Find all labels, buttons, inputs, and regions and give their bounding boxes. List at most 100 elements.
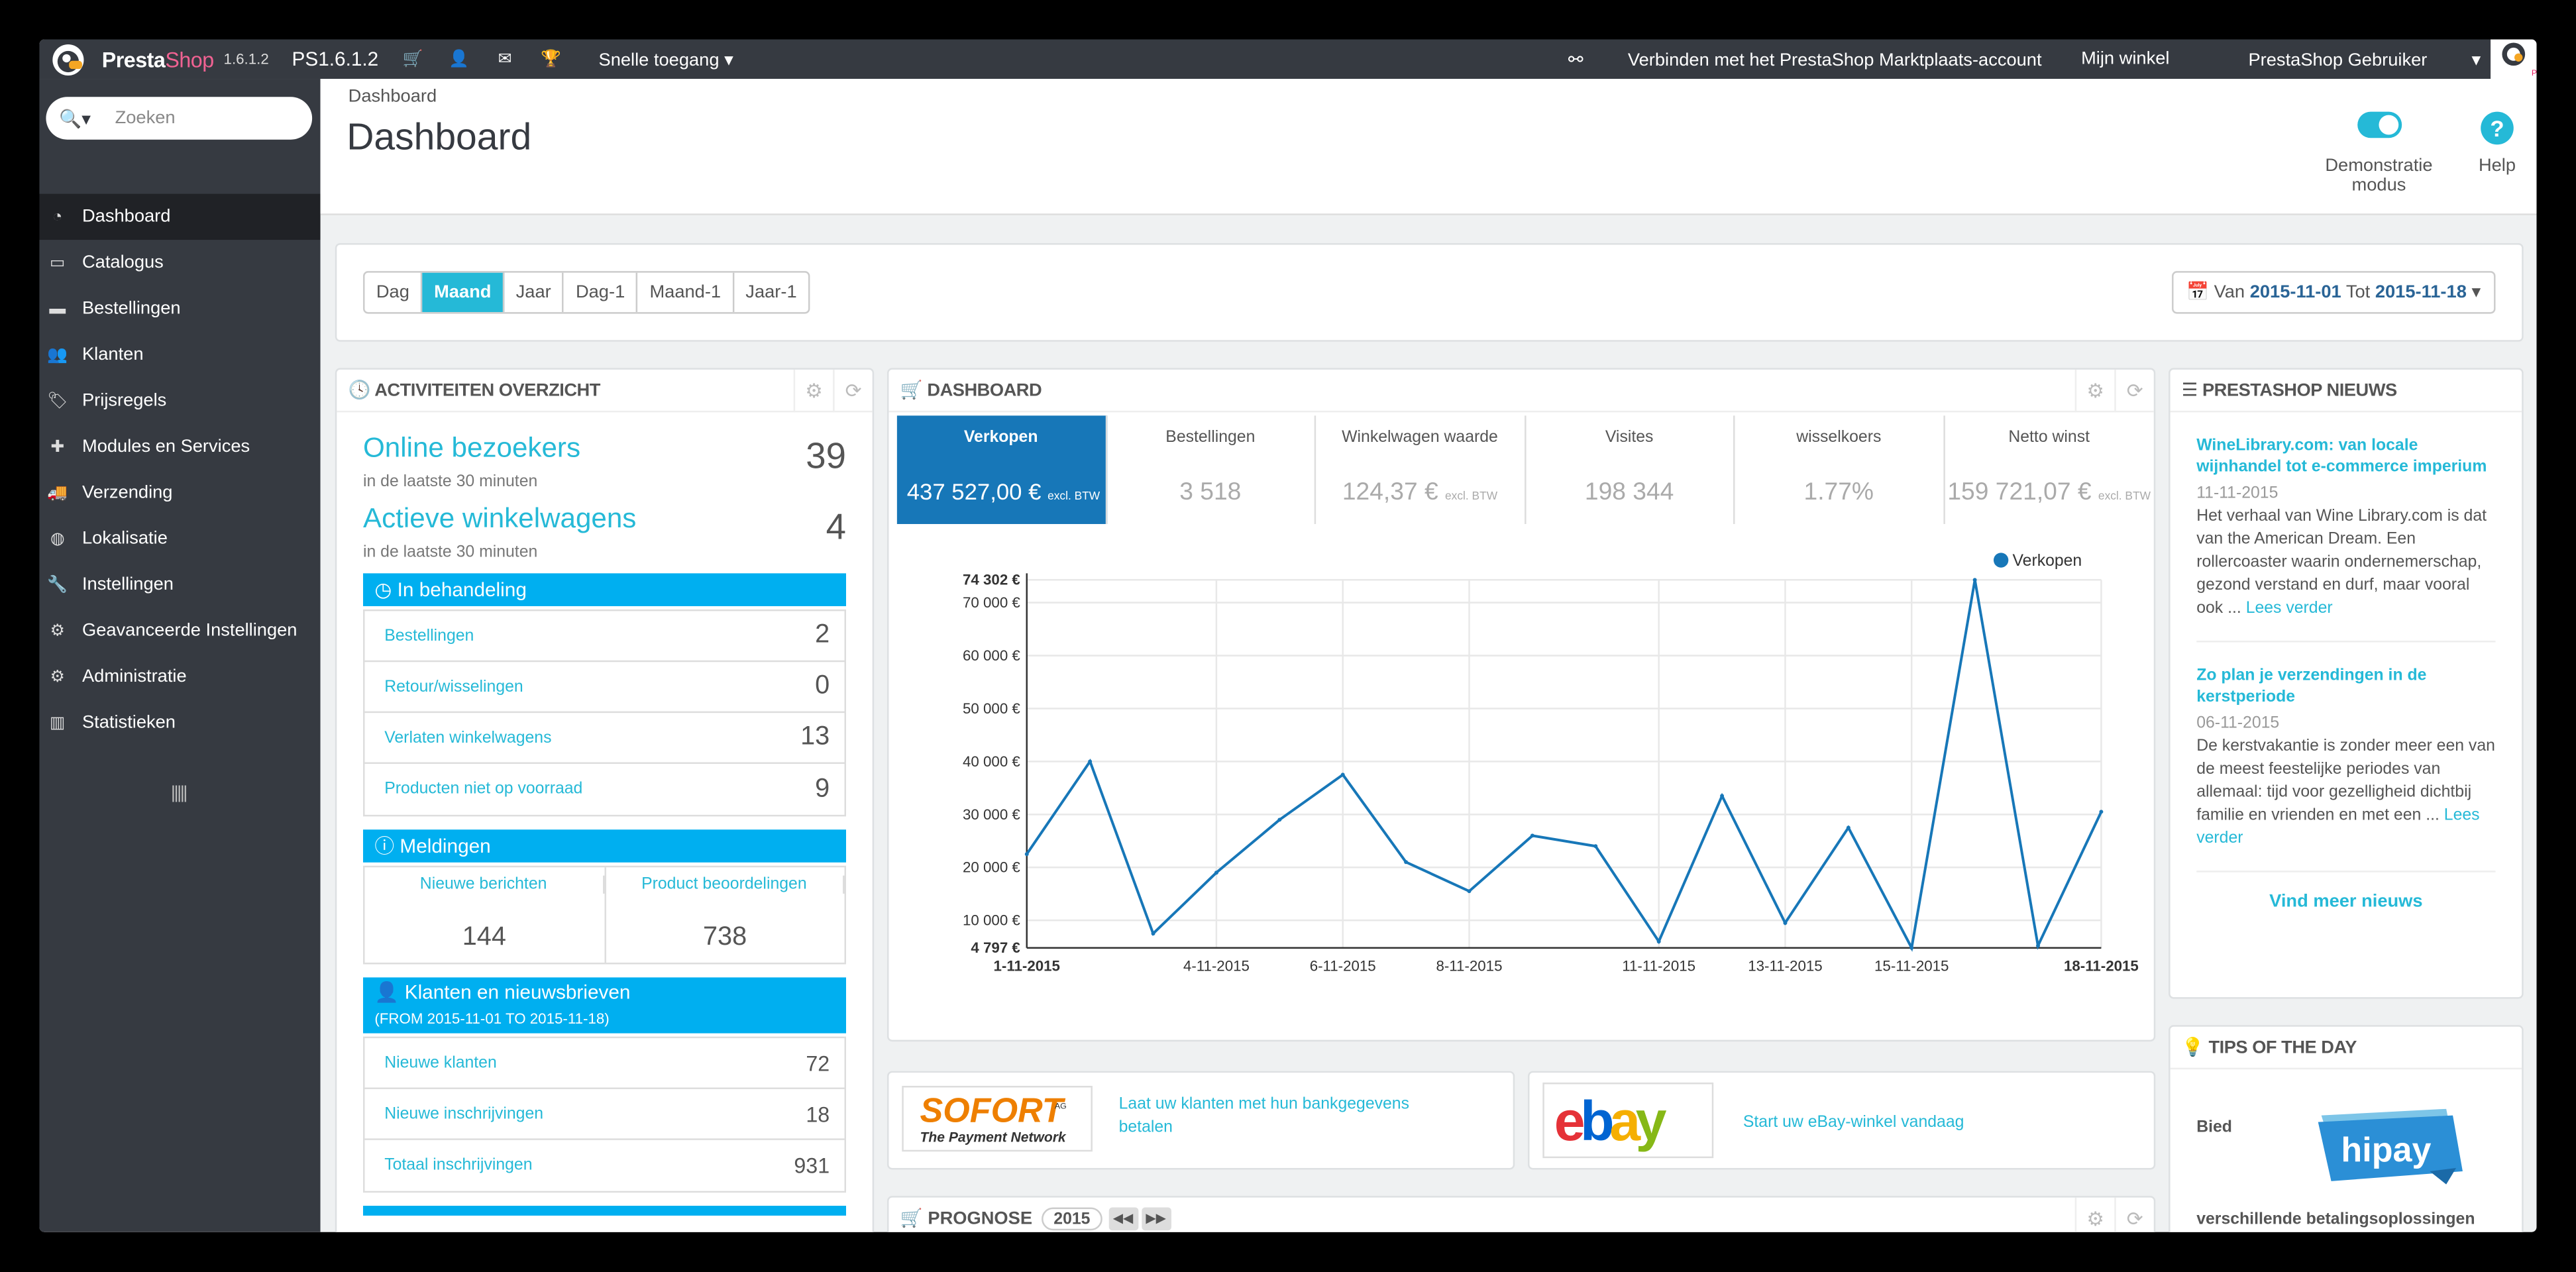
help-button[interactable]: ? Help: [2473, 111, 2522, 176]
shop-name[interactable]: PS1.6.1.2: [292, 48, 379, 71]
collapse-sidebar-icon[interactable]: |||||: [171, 784, 188, 804]
period-prev-year-button[interactable]: Jaar-1: [734, 273, 808, 313]
customers-label[interactable]: Nieuwe inschrijvingen: [384, 1105, 543, 1123]
sidebar-item-customers[interactable]: 👥 Klanten: [40, 332, 321, 378]
user-icon[interactable]: 👤: [447, 50, 470, 68]
period-selector-bar: Dag Maand Jaar Dag-1 Maand-1 Jaar-1 📅 Va…: [335, 242, 2524, 342]
list-item[interactable]: Nieuwe inschrijvingen 18: [364, 1089, 845, 1140]
envelope-icon[interactable]: ✉: [494, 50, 517, 68]
product-reviews-value: 738: [702, 923, 747, 951]
trophy-icon[interactable]: 🏆: [539, 50, 563, 68]
online-visitors-row: Online bezoekers in de laatste 30 minute…: [363, 412, 846, 491]
kpi-tab-net-profit[interactable]: Netto winst 159 721,07 € excl. BTW: [1945, 415, 2154, 524]
active-carts-label[interactable]: Actieve winkelwagens: [363, 503, 636, 536]
kpi-tab-cart-value[interactable]: Winkelwagen waarde 124,37 € excl. BTW: [1316, 415, 1526, 524]
search-box[interactable]: 🔍▾ Zoeken: [46, 97, 313, 140]
sidebar-item-price-rules[interactable]: 🏷 Prijsregels: [40, 378, 321, 423]
sidebar-item-administration[interactable]: ⚙ Administratie: [40, 654, 321, 700]
customers-section-heading: 👤 Klanten en nieuwsbrieven (FROM 2015-11-…: [362, 977, 846, 1034]
configure-gear-icon[interactable]: ⚙: [793, 369, 833, 413]
search-input[interactable]: Zoeken: [115, 109, 176, 129]
product-reviews-label[interactable]: Product beoordelingen: [606, 875, 845, 894]
sidebar-item-modules[interactable]: ✚ Modules en Services: [40, 424, 321, 470]
new-messages-label[interactable]: Nieuwe berichten: [364, 875, 604, 894]
search-icon[interactable]: 🔍▾: [59, 107, 95, 129]
cart-icon[interactable]: 🛒: [402, 50, 425, 68]
hipay-logo[interactable]: hipay: [2315, 1108, 2466, 1188]
period-prev-month-button[interactable]: Maand-1: [638, 272, 734, 313]
rss-icon: ☰: [2181, 381, 2198, 401]
avatar[interactable]: PrestaShop: [2491, 39, 2537, 80]
refresh-icon[interactable]: ⟳: [2114, 369, 2154, 413]
year-selector[interactable]: 2015: [1042, 1207, 1102, 1231]
customers-label[interactable]: Nieuwe klanten: [384, 1054, 497, 1072]
kpi-tab-conversion[interactable]: wisselkoers 1.77%: [1735, 415, 1945, 524]
new-messages-cell[interactable]: Nieuwe berichten 144: [364, 867, 606, 963]
sidebar-item-localization[interactable]: ◍ Lokalisatie: [40, 516, 321, 562]
refresh-icon[interactable]: ⟳: [2114, 1197, 2154, 1232]
refresh-icon[interactable]: ⟳: [833, 369, 873, 413]
list-item[interactable]: Nieuwe klanten 72: [364, 1038, 845, 1089]
kpi-value: 1.77%: [1803, 478, 1874, 506]
configure-gear-icon[interactable]: ⚙: [2074, 1197, 2115, 1232]
news-title-link[interactable]: WineLibrary.com: van locale wijnhandel t…: [2196, 435, 2495, 478]
marketplace-connect-link[interactable]: ⚯ Verbinden met het PrestaShop Marktplaa…: [1529, 48, 2042, 70]
sofort-promo[interactable]: SOFORT AG The Payment Network Laat uw kl…: [886, 1071, 1515, 1170]
list-item[interactable]: Bestellingen 2: [364, 611, 845, 662]
pending-label[interactable]: Bestellingen: [384, 627, 474, 645]
sidebar-item-catalog[interactable]: ▭ Catalogus: [40, 240, 321, 286]
sidebar-menu: ◔ Dashboard ▭ Catalogus ▬ Bestellingen 👥 Kla…: [39, 193, 321, 746]
pending-label[interactable]: Verlaten winkelwagens: [384, 729, 551, 747]
new-messages-value: 144: [462, 923, 506, 951]
previous-year-icon[interactable]: ◀◀: [1108, 1207, 1138, 1231]
breadcrumb[interactable]: Dashboard: [349, 87, 437, 107]
more-news-link[interactable]: Vind meer nieuws: [2196, 892, 2495, 912]
list-item[interactable]: Verlaten winkelwagens 13: [364, 713, 845, 765]
pending-label[interactable]: Retour/wisselingen: [384, 678, 523, 696]
next-year-icon[interactable]: ▶▶: [1141, 1207, 1171, 1231]
ebay-promo[interactable]: ebay Start uw eBay-winkel vandaag: [1528, 1071, 2156, 1170]
user-menu[interactable]: PrestaShop Gebruiker ▾: [2209, 48, 2481, 70]
sidebar-item-dashboard[interactable]: ◔ Dashboard: [39, 193, 321, 240]
kpi-tab-visits[interactable]: Visites 198 344: [1525, 415, 1735, 524]
list-item[interactable]: Retour/wisselingen 0: [364, 662, 845, 714]
period-year-button[interactable]: Jaar: [504, 272, 564, 313]
sidebar-item-shipping[interactable]: 🚚 Verzending: [40, 470, 321, 515]
news-title-link[interactable]: Zo plan je verzendingen in de kerstperio…: [2196, 665, 2495, 708]
list-item[interactable]: Totaal inschrijvingen 931: [364, 1140, 844, 1191]
demo-mode-toggle[interactable]: Demonstratie modus: [2296, 111, 2461, 195]
toggle-switch-icon[interactable]: [2356, 111, 2401, 138]
read-more-link[interactable]: Lees verder: [2246, 600, 2333, 617]
ebay-promo-link[interactable]: Start uw eBay-winkel vandaag: [1743, 1112, 1964, 1136]
period-day-button[interactable]: Dag: [364, 272, 423, 313]
x-tick-label: 1-11-2015: [994, 957, 1060, 974]
ebay-logo[interactable]: ebay: [1542, 1083, 1714, 1159]
pending-label[interactable]: Producten niet op voorraad: [384, 780, 582, 798]
sidebar-item-orders[interactable]: ▬ Bestellingen: [40, 286, 321, 331]
catalog-icon: ▭: [50, 254, 66, 272]
period-prev-day-button[interactable]: Dag-1: [564, 272, 639, 313]
data-point: [1214, 871, 1218, 875]
product-reviews-cell[interactable]: Product beoordelingen 738: [606, 867, 845, 963]
customers-label[interactable]: Totaal inschrijvingen: [384, 1157, 532, 1175]
sidebar-item-settings[interactable]: 🔧 Instellingen: [40, 562, 321, 608]
configure-gear-icon[interactable]: ⚙: [2074, 369, 2115, 413]
kpi-label: wisselkoers: [1796, 429, 1882, 447]
quick-access-dropdown[interactable]: Snelle toegang ▾: [599, 48, 733, 70]
sofort-logo[interactable]: SOFORT AG The Payment Network: [902, 1086, 1093, 1152]
period-month-button[interactable]: Maand: [422, 272, 505, 313]
sales-line-chart[interactable]: 74 302 € 70 000 € 60 000 € 50 000 € 40 000 €…: [888, 541, 2157, 1034]
sidebar-item-statistics[interactable]: ▥ Statistieken: [40, 700, 321, 745]
news-excerpt: Het verhaal van Wine Library.com is dat …: [2196, 507, 2487, 618]
kpi-tab-sales[interactable]: Verkopen 437 527,00 € excl. BTW: [896, 415, 1107, 524]
sofort-promo-link[interactable]: Laat uw klanten met hun bankgegevens beta…: [1119, 1094, 1409, 1140]
prestashop-logo-icon[interactable]: [46, 41, 88, 78]
date-range-button[interactable]: 📅 Van 2015-11-01 Tot 2015-11-18 ▾: [2171, 271, 2496, 314]
pending-value: 2: [815, 621, 830, 649]
list-item[interactable]: Producten niet op voorraad 9: [364, 764, 844, 815]
kpi-value: 3 518: [1179, 478, 1242, 506]
sidebar-item-advanced-settings[interactable]: ⚙ Geavanceerde Instellingen: [40, 608, 321, 653]
kpi-tab-orders[interactable]: Bestellingen 3 518: [1106, 415, 1316, 524]
my-shop-link[interactable]: Mijn winkel: [2081, 49, 2169, 69]
online-visitors-label[interactable]: Online bezoekers: [363, 432, 580, 465]
